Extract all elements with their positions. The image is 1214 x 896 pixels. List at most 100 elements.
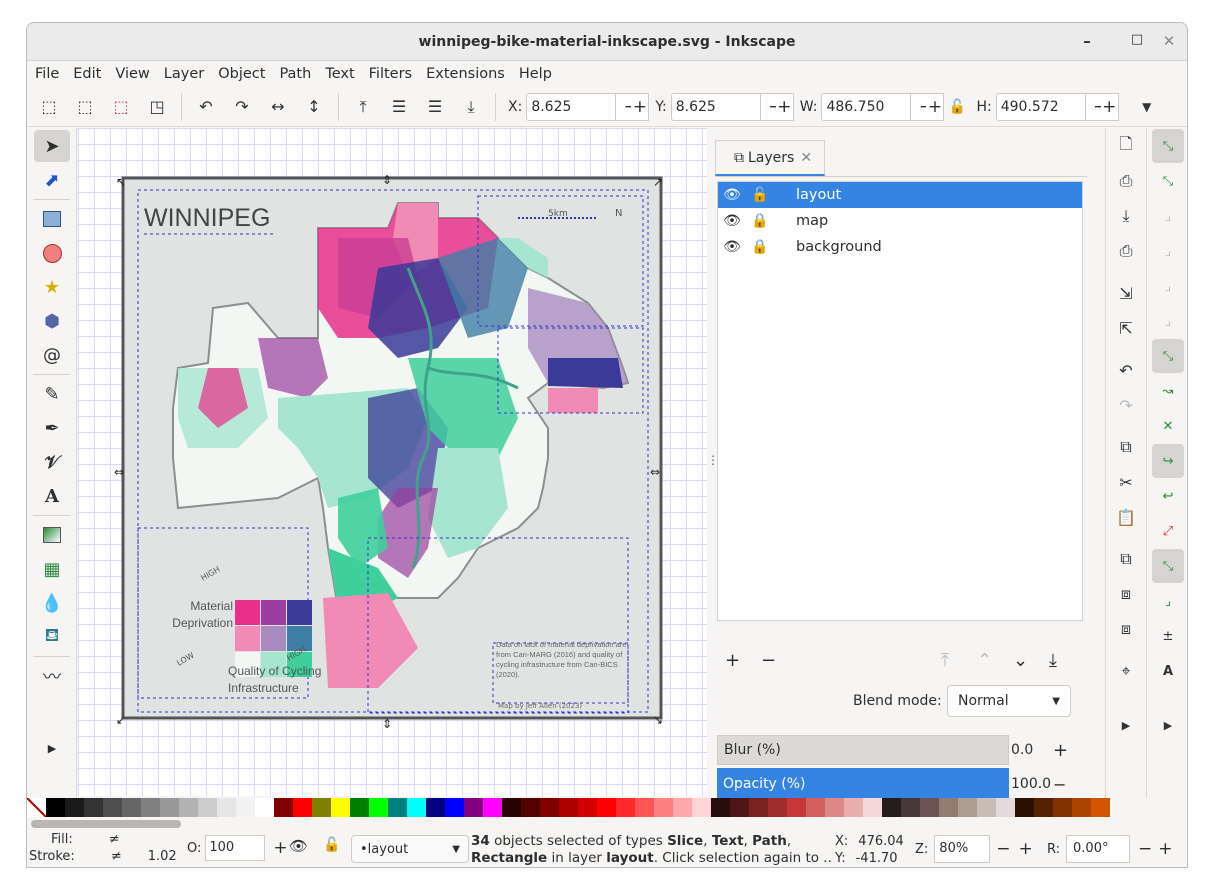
commands-more-icon[interactable]: ▶ [1110, 708, 1142, 742]
palette-swatch[interactable] [521, 798, 540, 817]
source-note[interactable]: Data on lack of material deprivation are… [496, 640, 636, 680]
palette-swatch[interactable] [616, 798, 635, 817]
paste-icon[interactable]: 📋 [1110, 500, 1142, 534]
snap-others-icon[interactable]: ⤡ [1152, 549, 1184, 583]
palette-swatch[interactable] [198, 798, 217, 817]
dropper-tool-icon[interactable]: 💧 [34, 587, 70, 619]
layer-down-icon[interactable]: ⌄ [1013, 650, 1049, 671]
palette-swatch[interactable] [749, 798, 768, 817]
palette-swatch[interactable] [673, 798, 692, 817]
redo-icon[interactable]: ↷ [1110, 388, 1142, 422]
layer-name[interactable]: background [796, 239, 882, 255]
snap-bbox-edge-icon[interactable]: ⌟ [1152, 199, 1184, 233]
fill-stroke-indicator[interactable]: Fill: ≠ Stroke: ≠ 1.02 [29, 831, 181, 865]
palette-swatch[interactable] [350, 798, 369, 817]
map-credit[interactable]: Map by Jeff Allen (2023) [498, 702, 582, 710]
snap-bbox-midpoint-icon[interactable]: ⌟ [1152, 269, 1184, 303]
zoom-plus[interactable]: + [1019, 839, 1033, 859]
x-input[interactable] [526, 92, 617, 121]
3d-box-tool-icon[interactable]: ⬢ [34, 305, 70, 337]
palette-swatch[interactable] [806, 798, 825, 817]
menu-object[interactable]: Object [218, 66, 265, 82]
new-document-icon[interactable]: 🗋 [1110, 129, 1142, 163]
palette-swatch[interactable] [312, 798, 331, 817]
palette-swatch[interactable] [255, 798, 274, 817]
palette-swatch[interactable] [901, 798, 920, 817]
zoom-minus[interactable]: − [996, 839, 1010, 859]
layer-up-icon[interactable]: ⌃ [977, 650, 1013, 671]
remove-layer-button[interactable]: − [761, 650, 941, 671]
clone-icon[interactable]: ⧈ [1110, 577, 1142, 611]
palette-swatch[interactable] [787, 798, 806, 817]
h-plus-button[interactable]: + [1100, 92, 1119, 121]
minimize-button[interactable]: – [1077, 32, 1097, 50]
rotation-plus[interactable]: + [1158, 839, 1172, 859]
canvas[interactable]: ↖ ⇕ ↗ ⇔ ⇔ ↙ ⇕ ↘ WINNIPEG 5km N HIGH LOW … [78, 128, 707, 796]
palette-swatch[interactable] [1034, 798, 1053, 817]
palette-swatch[interactable] [274, 798, 293, 817]
snap-bbox-corner-icon[interactable]: ⌟ [1152, 234, 1184, 268]
opacity-slider[interactable]: Opacity (%) [717, 768, 1009, 800]
raise-icon[interactable]: ☰ [381, 92, 417, 122]
zoom-selection-icon[interactable]: ⌖ [1110, 654, 1142, 688]
palette-swatch[interactable] [958, 798, 977, 817]
pencil-tool-icon[interactable]: ✎ [34, 378, 70, 410]
add-layer-button[interactable]: + [725, 650, 761, 671]
rotation-input[interactable]: 0.00° [1066, 835, 1131, 863]
layer-to-top-icon[interactable]: ⤒ [941, 650, 977, 671]
snap-center-icon[interactable]: ⌟ [1152, 584, 1184, 618]
snap-midpoint-icon[interactable]: ⤢ [1152, 514, 1184, 548]
close-button[interactable]: ✕ [1159, 32, 1179, 50]
lock-ratio-icon[interactable]: 🔓 [944, 92, 970, 122]
palette-swatch[interactable] [654, 798, 673, 817]
w-plus-button[interactable]: + [926, 92, 945, 121]
tab-layers[interactable]: ⧉ Layers ✕ [715, 140, 825, 176]
gradient-tool-icon[interactable] [34, 519, 70, 551]
layer-to-bottom-icon[interactable]: ⤓ [1049, 650, 1085, 671]
map-title[interactable]: WINNIPEG [144, 204, 270, 232]
tweak-tool-icon[interactable]: 〰 [34, 660, 70, 692]
duplicate-icon[interactable]: ⧉ [1110, 542, 1142, 576]
snap-cusp-icon[interactable]: ↪ [1152, 444, 1184, 478]
menu-text[interactable]: Text [325, 66, 354, 82]
raise-to-top-icon[interactable]: ⤒ [345, 92, 381, 122]
calligraphy-tool-icon[interactable]: 𝒱 [34, 446, 70, 478]
menu-extensions[interactable]: Extensions [426, 66, 505, 82]
palette-swatch[interactable] [635, 798, 654, 817]
palette-swatch[interactable] [1091, 798, 1110, 817]
copy-icon[interactable]: ⧉ [1110, 430, 1142, 464]
blur-plus-button[interactable]: + [1053, 740, 1068, 761]
palette-swatch[interactable] [578, 798, 597, 817]
palette-swatch[interactable] [331, 798, 350, 817]
y-input[interactable] [670, 92, 761, 121]
layer-lock-icon[interactable]: 🔓 [323, 837, 340, 853]
cut-icon[interactable]: ✂ [1110, 465, 1142, 499]
rotate-cw-icon[interactable]: ↷ [224, 92, 260, 122]
snap-bbox-icon[interactable]: ⤡ [1152, 164, 1184, 198]
maximize-button[interactable]: □ [1127, 32, 1147, 47]
opacity-o-plus[interactable]: + [273, 838, 287, 858]
palette-swatch[interactable] [977, 798, 996, 817]
pen-tool-icon[interactable]: ✒ [34, 412, 70, 444]
open-icon[interactable]: ⎙ [1110, 164, 1142, 198]
snap-enable-icon[interactable]: ⤡ [1152, 129, 1184, 163]
palette-swatch[interactable] [692, 798, 711, 817]
menu-path[interactable]: Path [279, 66, 311, 82]
palette-swatch[interactable] [179, 798, 198, 817]
layer-name[interactable]: map [796, 213, 828, 229]
layer-name[interactable]: layout [796, 187, 841, 203]
palette-swatch[interactable] [103, 798, 122, 817]
snap-smooth-icon[interactable]: ↩ [1152, 479, 1184, 513]
layer-visibility-icon[interactable]: 👁 [289, 837, 308, 855]
export-icon[interactable]: ⇱ [1110, 311, 1142, 345]
palette-swatch[interactable] [407, 798, 426, 817]
palette-swatch[interactable] [597, 798, 616, 817]
visible-eye-icon[interactable]: 👁 [718, 187, 746, 203]
palette-swatch[interactable] [502, 798, 521, 817]
mesh-tool-icon[interactable]: ▦ [34, 553, 70, 585]
no-paint-swatch[interactable] [27, 798, 46, 817]
text-tool-icon[interactable]: A [34, 480, 70, 512]
legend-x-label[interactable]: Quality of Cycling Infrastructure [228, 663, 338, 697]
palette-swatch[interactable] [445, 798, 464, 817]
palette-swatch[interactable] [122, 798, 141, 817]
